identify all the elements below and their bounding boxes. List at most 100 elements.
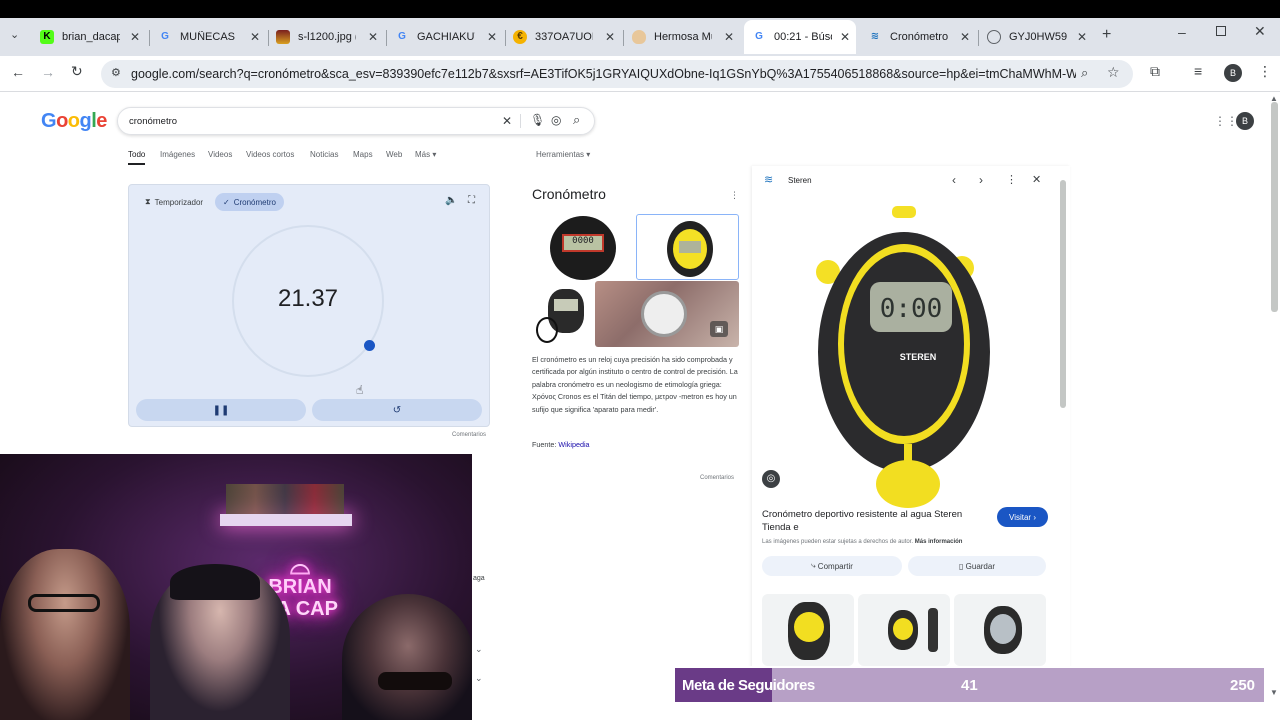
thumbnail-yellow-stopwatch[interactable] — [636, 214, 739, 280]
back-icon[interactable]: ← — [11, 64, 25, 80]
related-image-3[interactable] — [954, 594, 1046, 666]
close-icon[interactable]: ✕ — [724, 30, 734, 44]
close-icon[interactable]: ✕ — [840, 30, 850, 44]
scrollbar-thumb[interactable] — [1060, 180, 1066, 408]
prev-image-icon[interactable]: ‹ — [952, 173, 956, 187]
scroll-down-arrow[interactable]: ▼ — [1270, 688, 1278, 697]
progress-dot — [364, 340, 375, 351]
kp-feedback-link[interactable]: Comentarios — [700, 475, 734, 481]
forward-icon[interactable]: → — [41, 64, 55, 80]
zoom-search-icon[interactable]: ⌕ — [1081, 65, 1088, 81]
stopwatch-chip[interactable]: ✓ Cronómetro — [215, 193, 284, 211]
disclaimer-text: Las imágenes pueden estar sujetas a dere… — [762, 539, 914, 545]
close-icon[interactable]: ✕ — [368, 30, 378, 44]
share-button[interactable]: ⤷ Compartir — [762, 556, 902, 576]
page-scrollbar-thumb[interactable] — [1271, 102, 1278, 312]
tab-noticias[interactable]: Noticias — [310, 150, 338, 159]
restore-button[interactable] — [1216, 26, 1226, 36]
wikipedia-link[interactable]: Wikipedia — [558, 440, 589, 449]
tab-coin[interactable]: € 337OA7UOH ✕ — [505, 22, 621, 52]
url-text[interactable]: google.com/search?q=cronómetro&sca_esv=8… — [131, 67, 1076, 81]
google-profile-avatar[interactable]: B — [1236, 112, 1254, 130]
tab-mas[interactable]: Más ▾ — [415, 150, 436, 159]
stopwatch-feedback-link[interactable]: Comentarios — [452, 432, 486, 438]
apps-grid-icon[interactable]: ⋮⋮ — [1214, 114, 1238, 128]
tab-search-button[interactable]: ⌄ — [10, 28, 19, 41]
google-logo[interactable]: Google — [41, 110, 107, 133]
more-options-icon[interactable]: ⋮ — [1006, 173, 1017, 186]
tab-brian-dacap[interactable]: K brian_dacap ✕ — [32, 22, 146, 52]
close-panel-icon[interactable]: ✕ — [1032, 173, 1041, 186]
tab-videos[interactable]: Videos — [208, 150, 232, 159]
sound-icon[interactable]: 🔈 — [445, 195, 457, 206]
tab-busqueda-active[interactable]: G 00:21 - Búsq ✕ — [744, 20, 856, 54]
extensions-icon[interactable]: ⧉ — [1150, 63, 1160, 80]
visit-button[interactable]: Visitar › — [997, 507, 1048, 527]
microphone-icon[interactable]: 🎙 — [530, 113, 545, 127]
scroll-up-arrow[interactable]: ▲ — [1270, 94, 1278, 103]
more-options-icon[interactable]: ⋮ — [730, 190, 739, 201]
thumbnail-black-stopwatch[interactable] — [532, 281, 594, 347]
tab-imagenes[interactable]: Imágenes — [160, 150, 195, 159]
media-control-icon[interactable]: ≡ — [1194, 63, 1202, 79]
tab-image[interactable]: s-l1200.jpg (1 ✕ — [268, 22, 384, 52]
bookmark-star-icon[interactable]: ☆ — [1107, 64, 1120, 81]
shelf — [220, 514, 352, 526]
close-icon[interactable]: ✕ — [1077, 30, 1087, 44]
thumbnail-digital-stopwatch[interactable]: 0000 — [532, 214, 635, 280]
image-search-icon[interactable]: ▣ — [710, 321, 728, 337]
site-info-icon[interactable]: ⚙ — [111, 66, 121, 79]
cutoff-text: aga — [473, 575, 485, 582]
close-icon[interactable]: ✕ — [250, 30, 260, 44]
browser-toolbar: ← → ↻ ⚙ google.com/search?q=cronómetro&s… — [0, 56, 1280, 92]
share-label: Compartir — [817, 561, 853, 571]
more-info-link[interactable]: Más información — [915, 539, 963, 545]
lens-search-icon[interactable]: ◎ — [762, 470, 780, 488]
knowledge-panel-title: Cronómetro — [532, 186, 606, 202]
close-icon[interactable]: ✕ — [605, 30, 615, 44]
new-tab-button[interactable]: + — [1102, 26, 1111, 44]
fullscreen-icon[interactable]: ⛶ — [468, 195, 475, 206]
tab-maps[interactable]: Maps — [353, 150, 373, 159]
tab-videos-cortos[interactable]: Videos cortos — [246, 150, 294, 159]
tools-dropdown[interactable]: Herramientas ▾ — [536, 150, 590, 159]
chevron-down-icon[interactable]: ⌄ — [475, 673, 483, 684]
tab-hermosa[interactable]: Hermosa Mu ✕ — [624, 22, 740, 52]
tab-todo[interactable]: Todo — [128, 150, 146, 165]
pause-button[interactable]: ❚❚ — [136, 399, 306, 421]
address-bar[interactable]: ⚙ google.com/search?q=cronómetro&sca_esv… — [101, 60, 1133, 88]
timer-chip[interactable]: ⧗ Temporizador — [137, 193, 211, 211]
minimize-button[interactable]: – — [1178, 24, 1186, 40]
related-image-2[interactable] — [858, 594, 950, 666]
tab-cronometro[interactable]: ≋ Cronómetro ✕ — [860, 22, 976, 52]
close-icon[interactable]: ✕ — [960, 30, 970, 44]
tab-munecas[interactable]: G MUÑECAS G ✕ — [150, 22, 266, 52]
next-image-icon[interactable]: › — [979, 173, 983, 187]
search-icon[interactable]: ⌕ — [573, 112, 580, 128]
person-middle-cap — [170, 564, 260, 600]
reset-button[interactable]: ↺ — [312, 399, 482, 421]
site-name[interactable]: Steren — [788, 176, 812, 185]
divider — [520, 114, 521, 128]
related-image-1[interactable] — [762, 594, 854, 666]
tab-web[interactable]: Web — [386, 150, 402, 159]
source-line: Fuente: Wikipedia — [532, 440, 590, 449]
close-icon[interactable]: ✕ — [130, 30, 140, 44]
profile-avatar[interactable]: B — [1224, 64, 1242, 82]
tab-bar: ⌄ K brian_dacap ✕ G MUÑECAS G ✕ s-l1200.… — [0, 18, 1280, 56]
search-box[interactable]: cronómetro ✕ 🎙 ◎ ⌕ — [117, 107, 595, 135]
thumbnail-analog-stopwatch[interactable]: ▣ — [595, 281, 739, 347]
reload-icon[interactable]: ↻ — [71, 63, 83, 80]
timer-chip-label: Temporizador — [154, 197, 204, 207]
lens-icon[interactable]: ◎ — [551, 113, 561, 127]
tab-gachiakuta[interactable]: G GACHIAKUTA ✕ — [387, 22, 503, 52]
close-icon[interactable]: ✕ — [487, 30, 497, 44]
clear-icon[interactable]: ✕ — [502, 114, 512, 128]
search-input[interactable]: cronómetro — [129, 116, 177, 127]
save-button[interactable]: ▯ Guardar — [908, 556, 1046, 576]
product-title[interactable]: Cronómetro deportivo resistente al agua … — [762, 508, 982, 534]
chevron-down-icon[interactable]: ⌄ — [475, 644, 483, 655]
menu-icon[interactable]: ⋮ — [1258, 63, 1272, 80]
tab-globe[interactable]: GYJ0HW59G ✕ — [979, 22, 1093, 52]
close-window-button[interactable]: ✕ — [1254, 23, 1266, 40]
